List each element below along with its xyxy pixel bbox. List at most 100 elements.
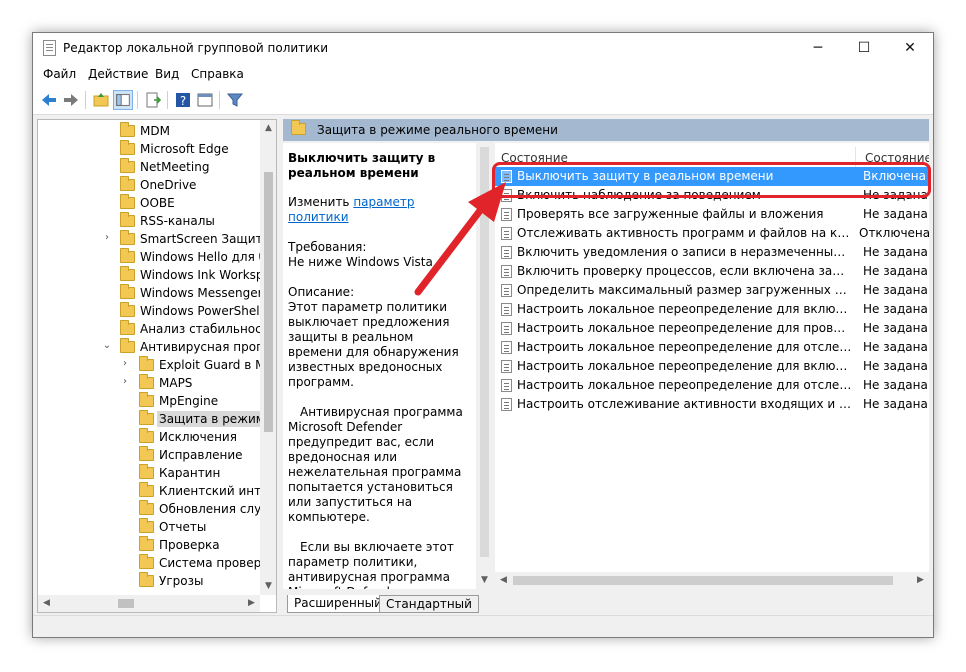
policy-name: Настроить локальное переопределение для …: [517, 359, 852, 373]
properties-icon[interactable]: [195, 90, 215, 110]
expand-arrow-icon[interactable]: ›: [120, 358, 130, 369]
tree-item-antivirus[interactable]: ⌄ Антивирусная програ: [38, 338, 260, 356]
export-list-icon[interactable]: [143, 90, 163, 110]
tree-item-network-inspection[interactable]: Система проверки: [38, 554, 260, 572]
scroll-thumb[interactable]: [513, 576, 893, 585]
policy-row[interactable]: Включить уведомления о записи в неразмеч…: [495, 243, 929, 262]
tree-pane[interactable]: MDM Microsoft Edge NetMeeting OneDrive O…: [37, 119, 277, 613]
policy-row[interactable]: Настроить локальное переопределение для …: [495, 319, 929, 338]
expand-arrow-icon[interactable]: ›: [120, 376, 130, 387]
tree-item-quarantine[interactable]: Карантин: [38, 464, 260, 482]
scroll-up-arrow-icon[interactable]: ▲: [260, 120, 276, 137]
tree-horizontal-scrollbar[interactable]: ◀ ▶: [38, 595, 260, 612]
show-hide-tree-icon[interactable]: [113, 90, 133, 110]
policy-name: Включить уведомления о записи в неразмеч…: [517, 245, 852, 259]
folder-icon: [120, 320, 135, 335]
policy-setting-icon: [501, 379, 512, 392]
policy-setting-icon: [501, 398, 512, 411]
tree-item-windows-messenger[interactable]: Windows Messenger: [38, 284, 260, 302]
tree-item-label: Проверка: [159, 538, 220, 552]
tree-item-label: Windows Ink Workspac: [140, 268, 260, 282]
tree-item-label: Угрозы: [159, 574, 204, 588]
tree-item-realtime-protection[interactable]: Защита в режиме: [38, 410, 260, 428]
expand-arrow-icon[interactable]: ›: [102, 232, 112, 243]
policy-row[interactable]: Настроить локальное переопределение для …: [495, 357, 929, 376]
collapse-arrow-icon[interactable]: ⌄: [102, 340, 112, 351]
menu-file[interactable]: Файл: [43, 67, 76, 81]
tree-item-client-interface[interactable]: Клиентский интер: [38, 482, 260, 500]
scroll-thumb[interactable]: [118, 599, 134, 608]
tree-item-reliability[interactable]: Анализ стабильности: [38, 320, 260, 338]
highlight-frame: [492, 162, 931, 198]
policy-row[interactable]: Включить проверку процессов, если включе…: [495, 262, 929, 281]
list-horizontal-scrollbar[interactable]: ◀ ▶: [495, 572, 929, 589]
scroll-right-arrow-icon[interactable]: ▶: [243, 595, 260, 612]
tree-item-windows-ink[interactable]: Windows Ink Workspac: [38, 266, 260, 284]
toolbar-separator: [85, 91, 86, 109]
tree-item-netmeeting[interactable]: NetMeeting: [38, 158, 260, 176]
tree-item-exploit-guard[interactable]: › Exploit Guard в Mic: [38, 356, 260, 374]
tree-item-rss[interactable]: RSS-каналы: [38, 212, 260, 230]
folder-icon: [120, 212, 135, 227]
policy-row[interactable]: Настроить локальное переопределение для …: [495, 376, 929, 395]
tree-item-exclusions[interactable]: Исключения: [38, 428, 260, 446]
filter-icon[interactable]: [225, 90, 245, 110]
policies-list[interactable]: Состояние Состояние Выключить защиту в р…: [495, 143, 929, 589]
tree-item-windows-powershell[interactable]: Windows PowerShell: [38, 302, 260, 320]
policy-row[interactable]: Настроить локальное переопределение для …: [495, 300, 929, 319]
scroll-right-arrow-icon[interactable]: ▶: [912, 572, 929, 589]
back-arrow-icon[interactable]: [39, 90, 59, 110]
tab-standard[interactable]: Стандартный: [379, 595, 479, 613]
tree-item-onedrive[interactable]: OneDrive: [38, 176, 260, 194]
tree-item-mpengine[interactable]: MpEngine: [38, 392, 260, 410]
help-icon[interactable]: ?: [173, 90, 193, 110]
tree-item-smartscreen[interactable]: › SmartScreen Защитни: [38, 230, 260, 248]
folder-icon: [120, 284, 135, 299]
scroll-left-arrow-icon[interactable]: ◀: [495, 572, 512, 589]
tree-item-maps[interactable]: › MAPS: [38, 374, 260, 392]
menu-help[interactable]: Справка: [191, 67, 244, 81]
tree-item-label: Исправление: [159, 448, 243, 462]
scroll-thumb[interactable]: [264, 172, 273, 432]
tab-extended[interactable]: Расширенный: [287, 595, 389, 613]
policy-row[interactable]: Отслеживать активность программ и файлов…: [495, 224, 929, 243]
tree-item-label: Exploit Guard в Mic: [159, 358, 260, 372]
menu-action[interactable]: Действие: [88, 67, 148, 81]
toolbar-separator: [137, 91, 138, 109]
maximize-button[interactable]: ☐: [841, 33, 887, 63]
folder-icon: [139, 464, 154, 479]
folder-icon: [120, 266, 135, 281]
tree-item-scan[interactable]: Проверка: [38, 536, 260, 554]
minimize-button[interactable]: ─: [795, 33, 841, 63]
tree-item-label: Windows PowerShell: [140, 304, 260, 318]
tree-item-remediation[interactable]: Исправление: [38, 446, 260, 464]
folder-icon: [120, 194, 135, 209]
menu-bar: Файл Действие Вид Справка: [33, 63, 933, 85]
policy-state: Не задана: [863, 321, 928, 335]
close-button[interactable]: ✕: [887, 33, 933, 63]
tree-item-updates[interactable]: Обновления служ: [38, 500, 260, 518]
folder-icon: [139, 374, 154, 389]
tree-vertical-scrollbar[interactable]: ▲ ▼: [260, 120, 276, 595]
forward-arrow-icon[interactable]: [61, 90, 81, 110]
scroll-down-arrow-icon[interactable]: ▼: [476, 572, 493, 589]
folder-icon: [120, 248, 135, 263]
tree-item-oobe[interactable]: OOBE: [38, 194, 260, 212]
scroll-down-arrow-icon[interactable]: ▼: [260, 578, 276, 595]
up-folder-icon[interactable]: [91, 90, 111, 110]
policy-state: Не задана: [863, 302, 928, 316]
policy-row[interactable]: Настроить локальное переопределение для …: [495, 338, 929, 357]
tree-item-mdm[interactable]: MDM: [38, 122, 260, 140]
tree-item-microsoft-edge[interactable]: Microsoft Edge: [38, 140, 260, 158]
tree-item-label: Windows Hello для би: [140, 250, 260, 264]
window-title: Редактор локальной групповой политики: [63, 41, 329, 55]
scroll-left-arrow-icon[interactable]: ◀: [38, 595, 55, 612]
policy-row[interactable]: Настроить отслеживание активности входящ…: [495, 395, 929, 414]
tree-item-label: OneDrive: [140, 178, 197, 192]
tree-item-reports[interactable]: Отчеты: [38, 518, 260, 536]
policy-row[interactable]: Определить максимальный размер загруженн…: [495, 281, 929, 300]
menu-view[interactable]: Вид: [155, 67, 179, 81]
tree-item-windows-hello[interactable]: Windows Hello для би: [38, 248, 260, 266]
policy-row[interactable]: Проверять все загруженные файлы и вложен…: [495, 205, 929, 224]
tree-item-threats[interactable]: Угрозы: [38, 572, 260, 590]
